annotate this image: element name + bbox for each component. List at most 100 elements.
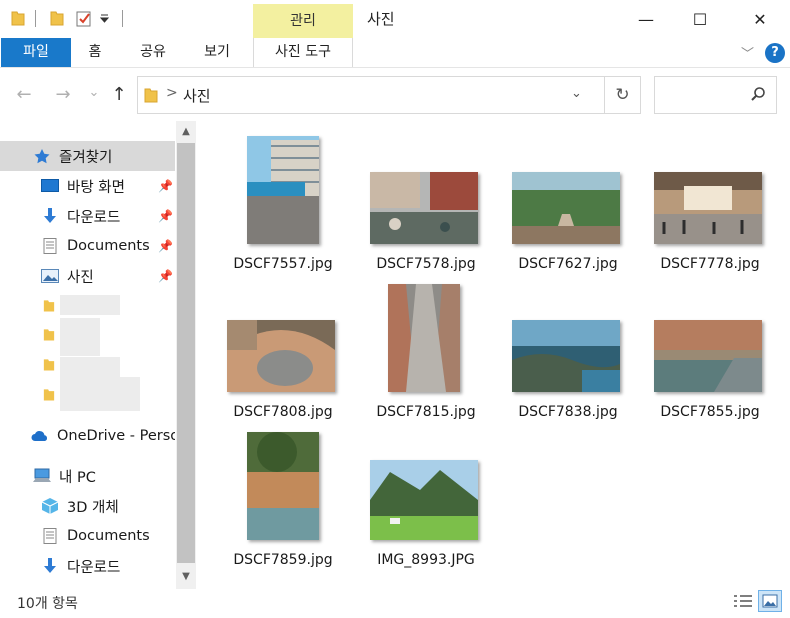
- nav-item-3d-objects[interactable]: 3D 개체: [0, 491, 175, 521]
- image-thumbnail: [247, 432, 319, 540]
- scroll-down-arrow-icon[interactable]: ▼: [176, 568, 196, 586]
- redacted-folder-name[interactable]: [60, 295, 120, 315]
- file-name: IMG_8993.JPG: [377, 552, 475, 568]
- tab-file[interactable]: 파일: [1, 38, 71, 67]
- nav-item-pictures[interactable]: 사진 📌: [0, 261, 175, 291]
- nav-label: 다운로드: [67, 559, 121, 576]
- separator: [35, 10, 36, 27]
- large-icons-view-button[interactable]: [758, 590, 782, 612]
- image-thumbnail: [388, 284, 460, 392]
- properties-folder-icon[interactable]: [50, 10, 64, 26]
- up-button[interactable]: ↑: [108, 84, 130, 106]
- forward-button[interactable]: →: [52, 84, 74, 106]
- back-button[interactable]: ←: [13, 84, 35, 106]
- title-bar: 관리 사진 — ☐ ✕: [0, 0, 790, 38]
- 3d-objects-icon: [41, 498, 59, 514]
- cloud-icon: [31, 431, 48, 441]
- nav-item-onedrive[interactable]: OneDrive - Perso: [0, 421, 175, 451]
- details-view-icon: [734, 595, 752, 607]
- computer-icon: [33, 468, 51, 482]
- separator: [122, 10, 123, 27]
- image-thumbnail: [370, 460, 478, 540]
- file-name: DSCF7557.jpg: [233, 256, 333, 272]
- file-name: DSCF7808.jpg: [233, 404, 333, 420]
- file-name: DSCF7778.jpg: [660, 256, 760, 272]
- folder-icon: [11, 11, 25, 26]
- nav-quick-access[interactable]: 즐겨찾기: [0, 141, 175, 171]
- image-thumbnail: [654, 320, 762, 392]
- breadcrumb-separator: >: [166, 85, 178, 101]
- file-name: DSCF7859.jpg: [233, 552, 333, 568]
- nav-label: 다운로드: [67, 209, 121, 226]
- document-icon: [43, 528, 57, 544]
- search-input[interactable]: [659, 85, 749, 105]
- redacted-folder-name[interactable]: [60, 357, 120, 377]
- nav-label: Documents: [67, 238, 150, 254]
- address-dropdown-icon[interactable]: ⌄: [571, 86, 582, 101]
- new-folder-check-icon[interactable]: [76, 10, 92, 27]
- pin-icon[interactable]: 📌: [158, 209, 173, 223]
- download-icon: [44, 208, 56, 223]
- pin-icon[interactable]: 📌: [158, 269, 173, 283]
- search-box[interactable]: [654, 76, 777, 114]
- nav-label: 사진: [67, 269, 94, 286]
- large-icons-view-icon: [762, 594, 778, 608]
- nav-item-pc-documents[interactable]: Documents: [0, 521, 175, 551]
- manage-context-tab[interactable]: 관리: [253, 4, 353, 38]
- folder-icon: [43, 300, 55, 312]
- navigation-pane: 즐겨찾기 바탕 화면 📌 다운로드 📌 Documents 📌 사진 📌 One…: [0, 121, 197, 589]
- image-thumbnail: [512, 320, 620, 392]
- nav-label: 바탕 화면: [67, 179, 125, 196]
- redacted-folder-name[interactable]: [60, 377, 140, 411]
- image-thumbnail: [370, 172, 478, 244]
- address-bar[interactable]: > 사진 ⌄ ↻: [137, 76, 641, 114]
- breadcrumb-pictures[interactable]: 사진: [183, 85, 211, 106]
- tab-home[interactable]: 홈: [80, 38, 110, 67]
- image-thumbnail: [654, 172, 762, 244]
- window-title: 사진: [367, 10, 395, 28]
- nav-label: 3D 개체: [67, 499, 119, 516]
- tab-picture-tools[interactable]: 사진 도구: [253, 38, 353, 67]
- image-thumbnail: [512, 172, 620, 244]
- nav-label: 내 PC: [59, 469, 96, 486]
- star-icon: [34, 149, 50, 164]
- document-icon: [43, 238, 57, 254]
- tab-view[interactable]: 보기: [197, 38, 237, 67]
- help-icon[interactable]: ?: [765, 43, 785, 63]
- pin-icon[interactable]: 📌: [158, 239, 173, 253]
- pin-icon[interactable]: 📌: [158, 179, 173, 193]
- details-view-button[interactable]: [731, 590, 755, 612]
- pictures-icon: [41, 269, 59, 283]
- file-name: DSCF7627.jpg: [518, 256, 618, 272]
- minimize-button[interactable]: —: [623, 0, 669, 38]
- nav-item-documents[interactable]: Documents 📌: [0, 231, 175, 261]
- refresh-button[interactable]: ↻: [604, 77, 640, 113]
- image-thumbnail: [247, 136, 319, 244]
- file-name: DSCF7815.jpg: [376, 404, 476, 420]
- nav-item-pc-downloads[interactable]: 다운로드: [0, 551, 175, 581]
- folder-icon: [144, 88, 158, 103]
- file-name: DSCF7578.jpg: [376, 256, 476, 272]
- item-count: 10개 항목: [17, 596, 78, 612]
- nav-item-downloads[interactable]: 다운로드 📌: [0, 201, 175, 231]
- folder-icon: [43, 389, 55, 401]
- search-icon[interactable]: [750, 86, 766, 102]
- expand-ribbon-icon[interactable]: ﹀: [741, 43, 754, 62]
- redacted-folder-name[interactable]: [60, 318, 100, 356]
- nav-label: Documents: [67, 528, 150, 544]
- nav-label: OneDrive - Perso: [57, 428, 175, 444]
- close-button[interactable]: ✕: [737, 0, 783, 38]
- image-thumbnail: [227, 320, 335, 392]
- file-name: DSCF7855.jpg: [660, 404, 760, 420]
- recent-locations-button[interactable]: ⌄: [83, 82, 105, 104]
- maximize-button[interactable]: ☐: [677, 0, 723, 38]
- nav-item-this-pc[interactable]: 내 PC: [0, 461, 175, 491]
- nav-scrollbar-thumb[interactable]: [177, 143, 195, 563]
- customize-quick-access-icon[interactable]: [100, 14, 109, 23]
- tab-share[interactable]: 공유: [133, 38, 173, 67]
- ribbon-tabs: 파일 홈 공유 보기 사진 도구 ﹀ ?: [0, 38, 790, 68]
- desktop-icon: [41, 179, 59, 192]
- nav-item-desktop[interactable]: 바탕 화면 📌: [0, 171, 175, 201]
- scroll-up-arrow-icon[interactable]: ▲: [176, 123, 196, 141]
- folder-icon: [43, 359, 55, 371]
